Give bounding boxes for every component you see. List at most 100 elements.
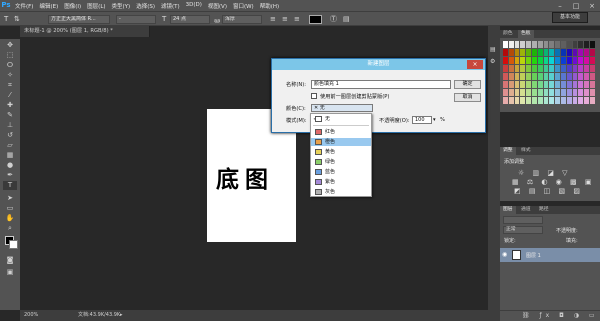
swatch[interactable] xyxy=(503,65,508,72)
tab-paths[interactable]: 路径 xyxy=(536,206,552,214)
tab-channels[interactable]: 通道 xyxy=(518,206,534,214)
swatch[interactable] xyxy=(514,49,520,56)
color-option[interactable]: 紫色 xyxy=(311,178,371,186)
color-option[interactable]: ✓无 xyxy=(311,115,371,123)
swatch[interactable] xyxy=(584,97,589,104)
adjustment-icons-row-2[interactable]: ▦ ⚖ ◐ ◉ ▩ ▣ xyxy=(512,178,594,186)
swatch[interactable] xyxy=(555,57,560,64)
swatch[interactable] xyxy=(549,89,555,96)
history-panel-icon[interactable]: ▤ xyxy=(490,46,496,53)
swatch[interactable] xyxy=(578,73,584,80)
shape-tool-icon[interactable]: ▭ xyxy=(3,204,17,213)
path-select-icon[interactable]: ➤ xyxy=(3,194,17,203)
layers-footer-icons[interactable]: ⛓ ƒx ◘ ◑ ▭ ▣ 🗑 xyxy=(500,310,600,321)
swatch[interactable] xyxy=(508,41,514,48)
swatch[interactable] xyxy=(566,65,572,72)
swatch[interactable] xyxy=(549,81,555,88)
swatch[interactable] xyxy=(543,41,549,48)
dialog-close-button[interactable]: × xyxy=(467,60,483,69)
swatch[interactable] xyxy=(566,57,572,64)
opacity-input[interactable]: 100 xyxy=(412,116,432,124)
swatch[interactable] xyxy=(508,97,514,104)
menu-item[interactable]: 图像(I) xyxy=(61,2,84,10)
menu-item[interactable]: 窗口(W) xyxy=(230,2,257,10)
magic-wand-icon[interactable]: ✧ xyxy=(3,71,17,80)
swatch[interactable] xyxy=(590,97,595,104)
swatch[interactable] xyxy=(584,41,589,48)
swatch-grid[interactable] xyxy=(503,41,597,107)
swatch[interactable] xyxy=(590,73,595,80)
font-family-select[interactable]: 方正正大黑简体 R... xyxy=(48,15,110,24)
swatch[interactable] xyxy=(572,89,578,96)
swatch[interactable] xyxy=(537,89,543,96)
swatch[interactable] xyxy=(520,73,526,80)
swatch[interactable] xyxy=(537,97,543,104)
swatch[interactable] xyxy=(561,65,566,72)
swatch[interactable] xyxy=(584,65,589,72)
swatch[interactable] xyxy=(526,41,531,48)
color-option[interactable]: 黄色 xyxy=(311,148,371,156)
swatch[interactable] xyxy=(520,41,526,48)
swatch[interactable] xyxy=(526,89,531,96)
swatch[interactable] xyxy=(503,41,508,48)
swatch[interactable] xyxy=(555,41,560,48)
color-option[interactable]: 绿色 xyxy=(311,158,371,166)
swatch[interactable] xyxy=(508,81,514,88)
lasso-tool-icon[interactable]: ⵔ xyxy=(3,61,17,70)
swatch[interactable] xyxy=(584,81,589,88)
swatch[interactable] xyxy=(526,57,531,64)
menu-item[interactable]: 滤镜(T) xyxy=(158,2,183,10)
swatch[interactable] xyxy=(566,89,572,96)
swatch[interactable] xyxy=(532,97,537,104)
swatch[interactable] xyxy=(532,49,537,56)
swatch[interactable] xyxy=(543,89,549,96)
swatch[interactable] xyxy=(503,89,508,96)
cancel-button[interactable]: 取消 xyxy=(454,93,481,102)
color-option[interactable]: 蓝色 xyxy=(311,168,371,176)
swatch[interactable] xyxy=(578,49,584,56)
text-color-swatch[interactable] xyxy=(309,15,322,24)
layer-name-input[interactable]: 颜色填充 1 xyxy=(311,80,451,89)
swatch[interactable] xyxy=(532,81,537,88)
swatch[interactable] xyxy=(508,57,514,64)
healing-brush-icon[interactable]: ✚ xyxy=(3,101,17,110)
swatch[interactable] xyxy=(561,73,566,80)
swatch[interactable] xyxy=(549,57,555,64)
swatch[interactable] xyxy=(566,81,572,88)
swatch[interactable] xyxy=(578,65,584,72)
gradient-tool-icon[interactable]: ▦ xyxy=(3,151,17,160)
swatch[interactable] xyxy=(590,57,595,64)
swatch[interactable] xyxy=(572,41,578,48)
hand-tool-icon[interactable]: ✋ xyxy=(3,214,17,223)
swatch[interactable] xyxy=(532,73,537,80)
swatch[interactable] xyxy=(520,81,526,88)
tab-swatches[interactable]: 色板 xyxy=(518,30,534,38)
text-orientation-icon[interactable]: ⇅ xyxy=(14,14,20,24)
swatch[interactable] xyxy=(590,49,595,56)
workspace-select[interactable]: 基本功能 xyxy=(552,12,588,23)
menu-item[interactable]: 文件(F) xyxy=(12,2,36,10)
menu-item[interactable]: 类型(Y) xyxy=(109,2,134,10)
swatch[interactable] xyxy=(532,65,537,72)
swatch[interactable] xyxy=(572,49,578,56)
swatch[interactable] xyxy=(549,49,555,56)
swatch[interactable] xyxy=(532,89,537,96)
antialias-select[interactable]: 浑厚 xyxy=(222,15,262,24)
adjustment-icons-row-1[interactable]: ☼ ▥ ◪ ▽ xyxy=(518,169,571,177)
swatch[interactable] xyxy=(526,65,531,72)
swatch[interactable] xyxy=(561,81,566,88)
marquee-tool-icon[interactable]: ⬚ xyxy=(3,51,17,60)
status-arrow-icon[interactable]: ▸ xyxy=(120,310,123,321)
swatch[interactable] xyxy=(561,57,566,64)
swatch[interactable] xyxy=(549,73,555,80)
swatch[interactable] xyxy=(543,65,549,72)
adjustment-icons-row-3[interactable]: ◩ ▤ ◫ ▧ ▨ xyxy=(514,187,583,195)
opacity-dropdown-icon[interactable]: ▾ xyxy=(433,117,436,123)
swatch[interactable] xyxy=(543,49,549,56)
swatch[interactable] xyxy=(543,73,549,80)
menu-item[interactable]: 编辑(E) xyxy=(36,2,61,10)
swatch[interactable] xyxy=(584,49,589,56)
eraser-tool-icon[interactable]: ▱ xyxy=(3,141,17,150)
move-tool-icon[interactable]: ✥ xyxy=(3,41,17,50)
swatch[interactable] xyxy=(508,73,514,80)
